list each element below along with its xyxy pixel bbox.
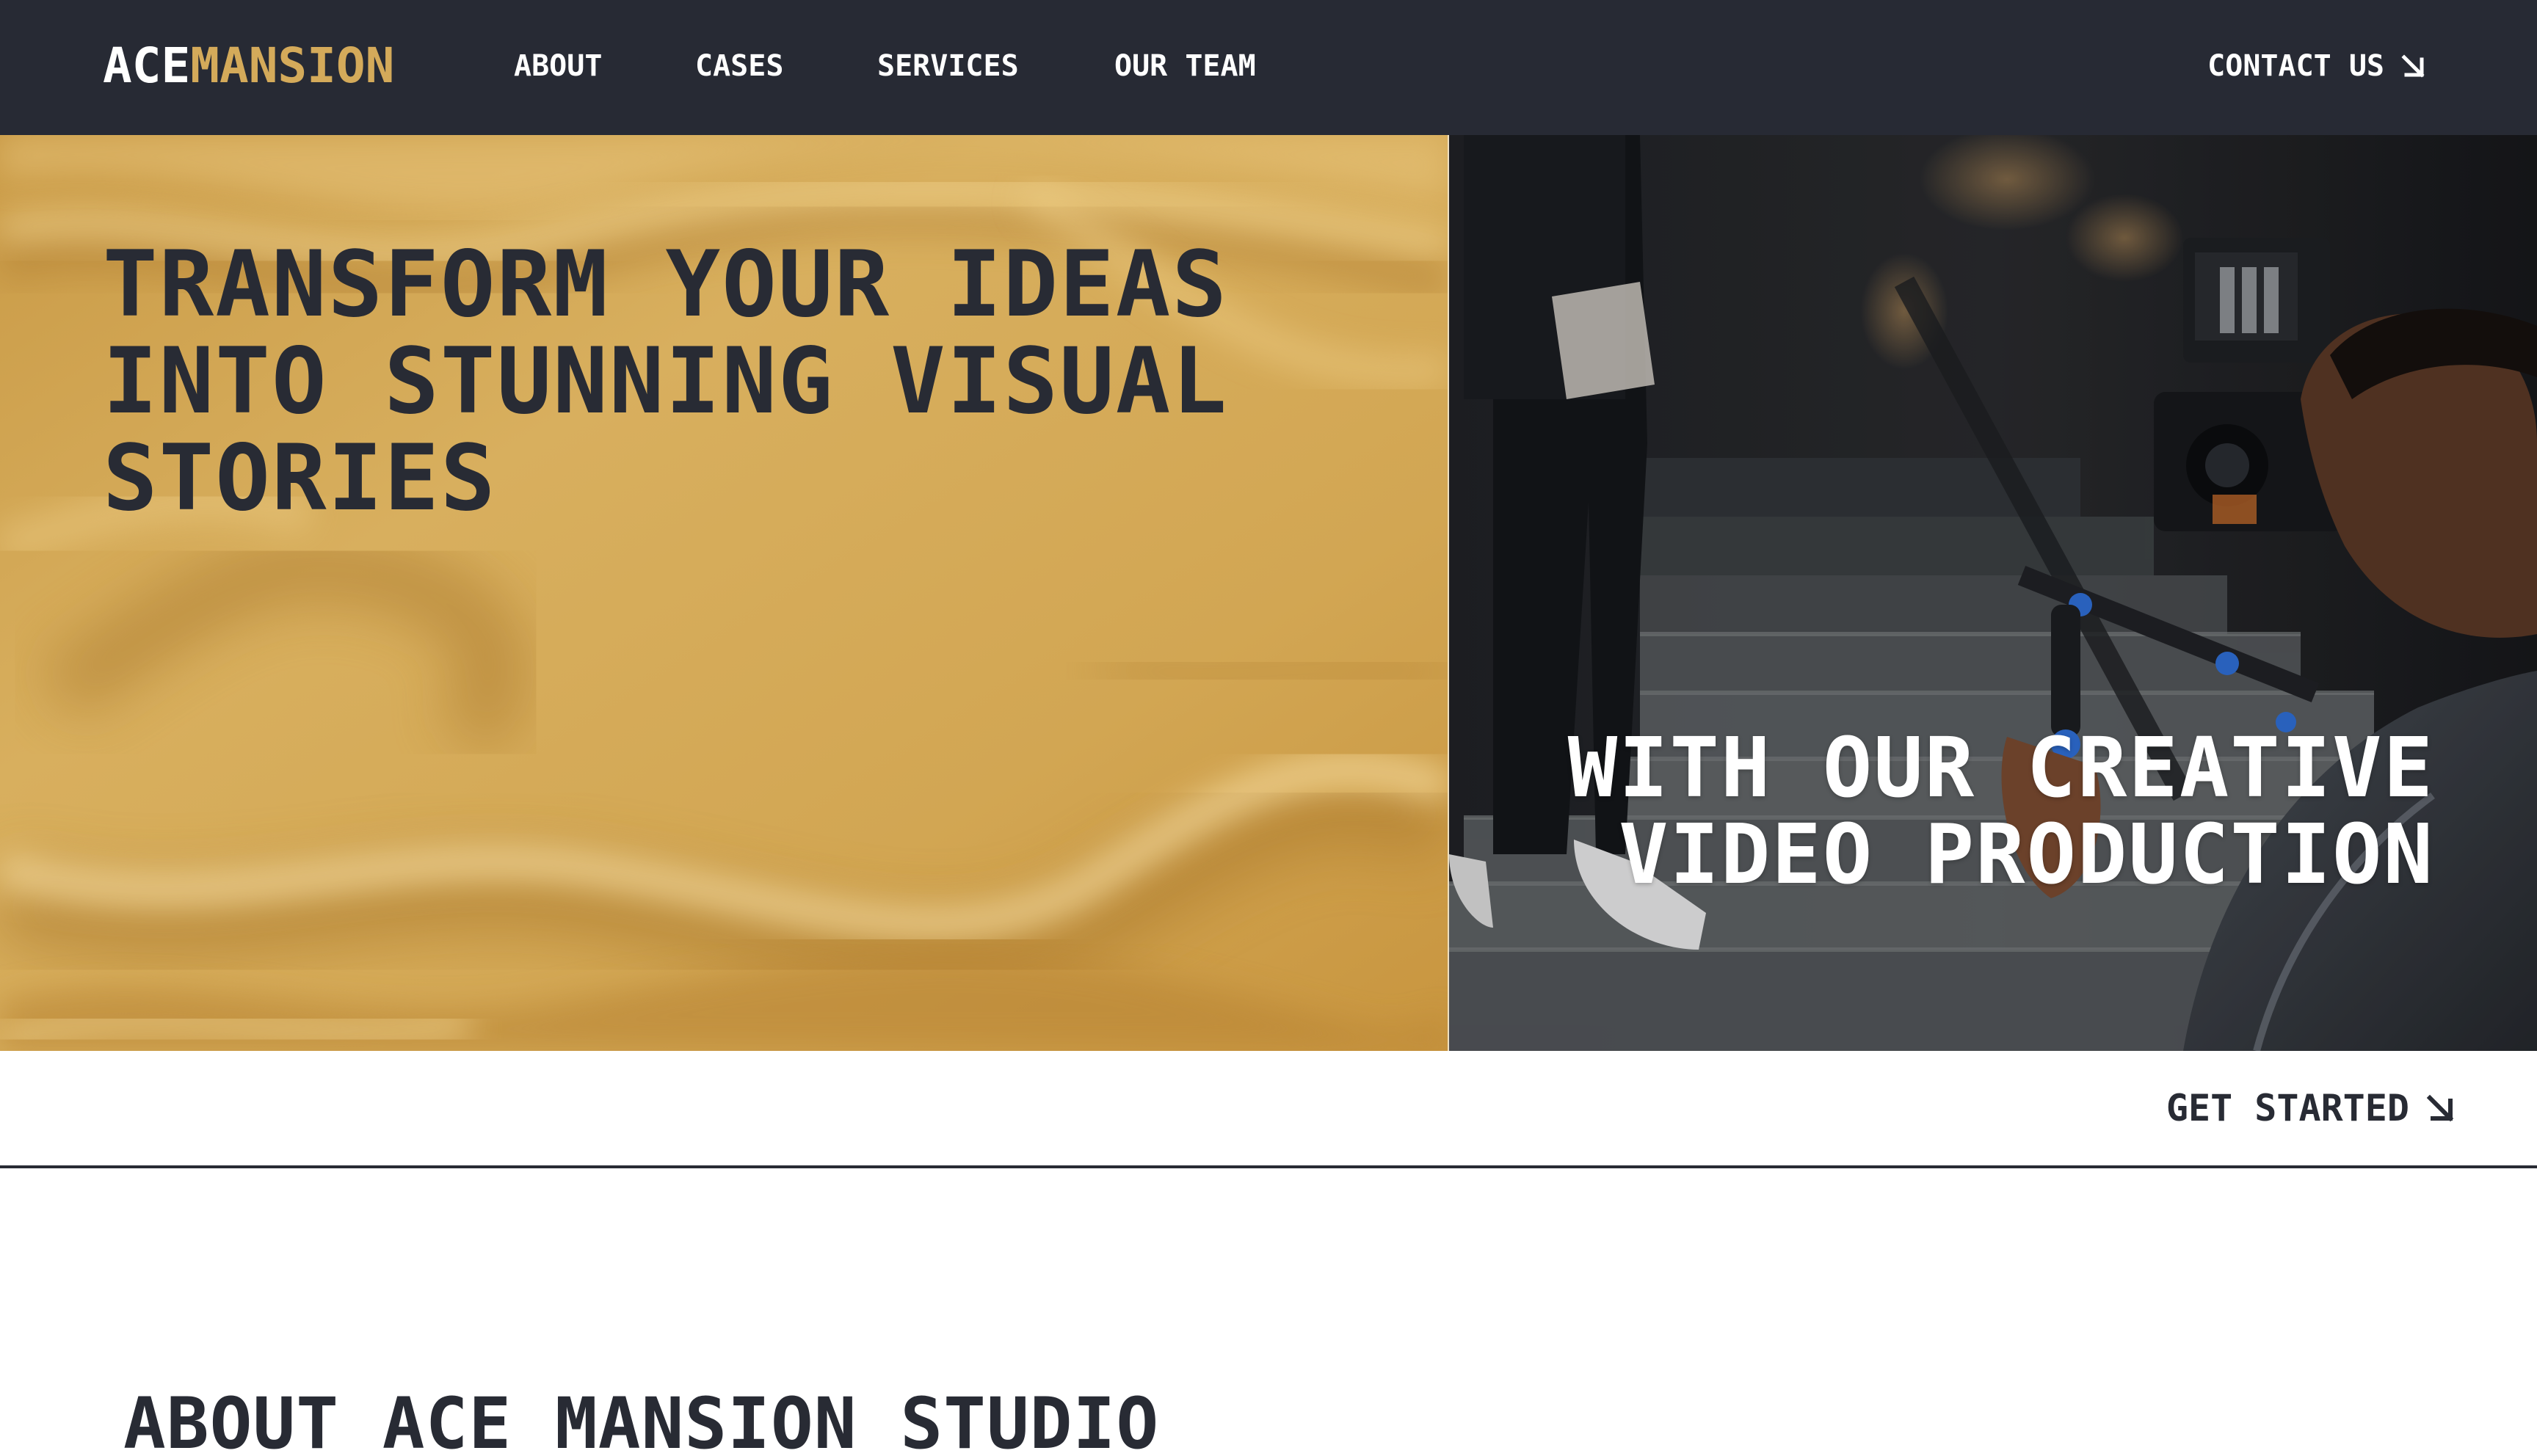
cta-bar: GET STARTED	[0, 1051, 2537, 1168]
hero-photo-panel: WITH OUR CREATIVE VIDEO PRODUCTION	[1449, 135, 2537, 1051]
logo-text-mansion: MANSION	[190, 37, 395, 94]
brand-logo[interactable]: ACEMANSION	[103, 29, 394, 103]
top-navigation-bar: ACEMANSION ABOUT CASES SERVICES OUR TEAM…	[0, 0, 2537, 135]
hero-gold-panel: TRANSFORM YOUR IDEAS INTO STUNNING VISUA…	[0, 135, 1449, 1051]
logo-text-ace: ACE	[103, 37, 191, 94]
nav-link-cases[interactable]: CASES	[695, 44, 783, 88]
nav-link-about[interactable]: ABOUT	[514, 44, 602, 88]
hero-subtitle: WITH OUR CREATIVE VIDEO PRODUCTION	[1567, 721, 2434, 903]
get-started-button[interactable]: GET STARTED	[2166, 1085, 2455, 1132]
nav-link-our-team[interactable]: OUR TEAM	[1114, 44, 1256, 88]
hero-title: TRANSFORM YOUR IDEAS INTO STUNNING VISUA…	[103, 232, 1229, 531]
contact-us-label: CONTACT US	[2207, 49, 2384, 83]
hero-section: TRANSFORM YOUR IDEAS INTO STUNNING VISUA…	[0, 135, 2537, 1051]
nav-link-services[interactable]: SERVICES	[877, 44, 1019, 88]
contact-us-button[interactable]: CONTACT US	[2207, 44, 2425, 88]
arrow-down-right-icon	[2426, 1094, 2454, 1122]
get-started-label: GET STARTED	[2166, 1087, 2409, 1129]
about-section-title: ABOUT ACE MANSION STUDIO	[123, 1383, 1160, 1456]
arrow-down-right-icon	[2401, 54, 2425, 78]
videographer-photo	[1449, 135, 2537, 1051]
